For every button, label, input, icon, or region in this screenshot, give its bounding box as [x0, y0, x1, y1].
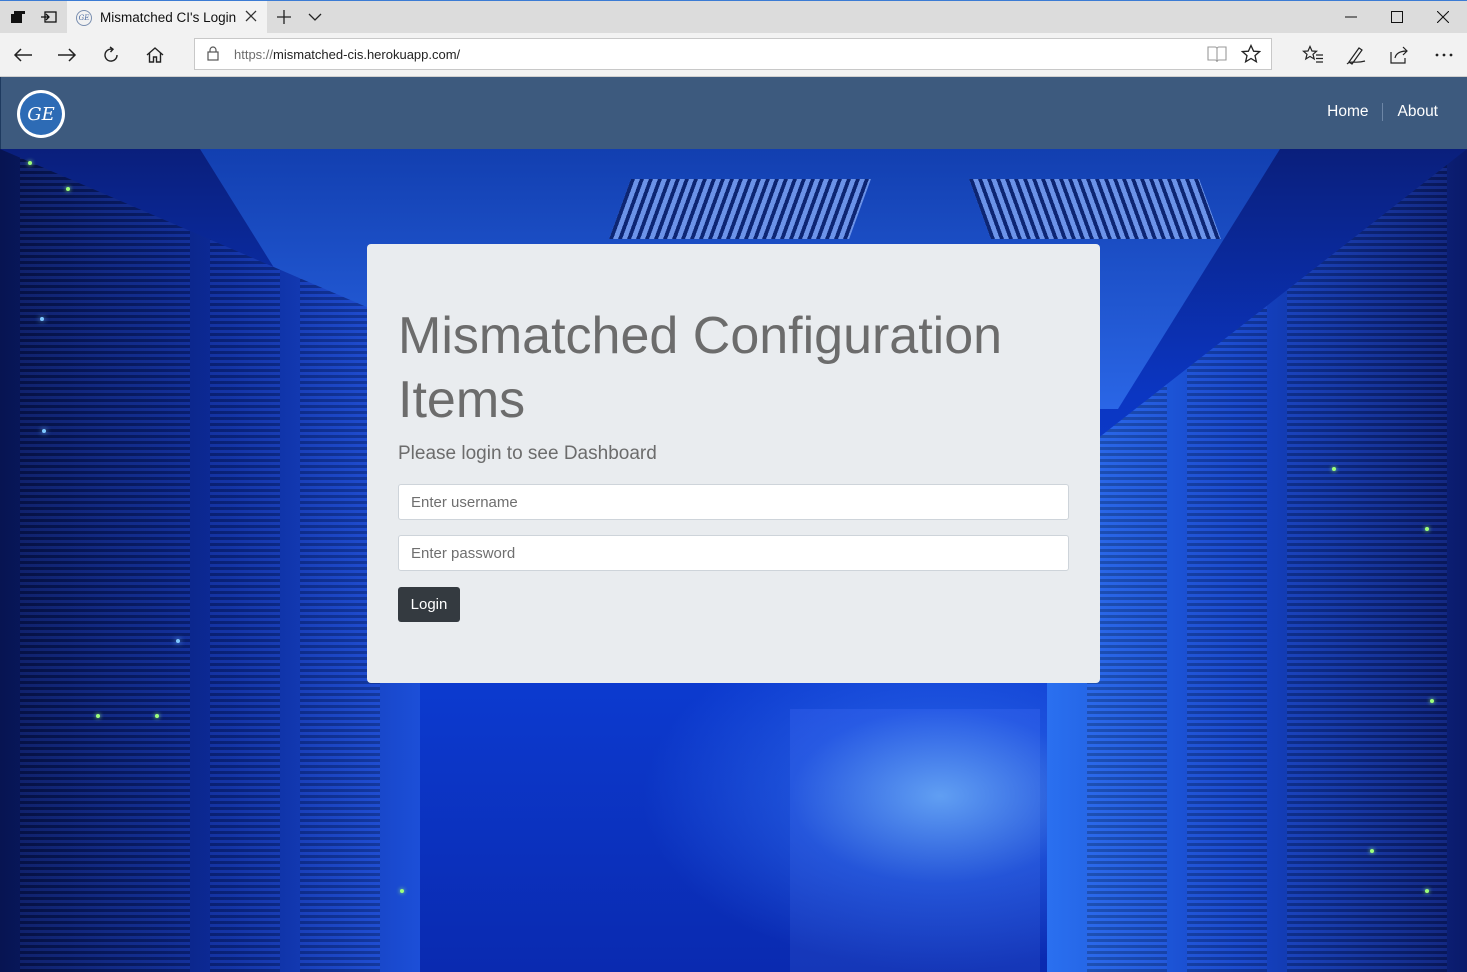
- login-button[interactable]: Login: [398, 587, 460, 622]
- favorite-star-icon[interactable]: [1240, 43, 1262, 69]
- browser-titlebar: GE Mismatched CI's Login: [0, 0, 1467, 34]
- reading-view-icon[interactable]: [1207, 45, 1227, 68]
- login-subheading: Please login to see Dashboard: [398, 443, 657, 464]
- password-input[interactable]: [398, 535, 1069, 571]
- share-icon[interactable]: [1383, 39, 1415, 71]
- tab-active[interactable]: GE Mismatched CI's Login: [67, 1, 267, 34]
- page-title: Mismatched Configuration Items: [398, 307, 1003, 429]
- minimize-icon[interactable]: [1328, 1, 1374, 33]
- maximize-icon[interactable]: [1374, 1, 1420, 33]
- home-icon[interactable]: [139, 39, 171, 71]
- rack-led: [96, 714, 100, 718]
- ceiling-vent: [969, 179, 1221, 239]
- rack-led: [66, 187, 70, 191]
- refresh-icon[interactable]: [95, 39, 127, 71]
- rack-led: [400, 889, 404, 893]
- back-arrow-icon[interactable]: [7, 39, 39, 71]
- web-note-pen-icon[interactable]: [1340, 39, 1372, 71]
- rack-led: [1332, 467, 1336, 471]
- ge-logo[interactable]: GE: [17, 90, 65, 138]
- login-card: Mismatched Configuration Items Please lo…: [367, 244, 1100, 683]
- rack-led: [176, 639, 180, 643]
- tab-manager-icon[interactable]: [8, 1, 28, 33]
- rack-led: [28, 161, 32, 165]
- browser-toolbar: https://mismatched-cis.herokuapp.com/: [0, 33, 1467, 77]
- tab-title: Mismatched CI's Login: [100, 10, 237, 25]
- set-tabs-aside-icon[interactable]: [38, 1, 60, 33]
- rack-led: [155, 714, 159, 718]
- nav-divider: [1382, 103, 1384, 121]
- tab-close-icon[interactable]: [245, 9, 257, 27]
- tab-favicon-icon: GE: [76, 9, 92, 26]
- rack-led: [1425, 889, 1429, 893]
- lock-icon: [207, 46, 219, 66]
- rack-led: [1425, 527, 1429, 531]
- favorites-hub-icon[interactable]: [1297, 39, 1329, 71]
- new-tab-icon[interactable]: [274, 1, 294, 33]
- site-header: GE Home About: [0, 77, 1467, 149]
- address-bar[interactable]: https://mismatched-cis.herokuapp.com/: [194, 38, 1272, 70]
- forward-arrow-icon[interactable]: [51, 39, 83, 71]
- username-input[interactable]: [398, 484, 1069, 520]
- rack-led: [40, 317, 44, 321]
- logo-monogram: GE: [27, 103, 55, 125]
- nav-link-about[interactable]: About: [1397, 103, 1438, 121]
- rack-led: [1370, 849, 1374, 853]
- ceiling-vent: [609, 179, 871, 239]
- tab-preview-chevron-icon[interactable]: [305, 1, 325, 33]
- nav-link-home[interactable]: Home: [1327, 103, 1368, 121]
- rack-led: [1430, 699, 1434, 703]
- more-options-icon[interactable]: [1428, 39, 1460, 71]
- site-nav: Home About: [1327, 103, 1438, 121]
- rack-led: [42, 429, 46, 433]
- url-text: https://mismatched-cis.herokuapp.com/: [234, 47, 461, 62]
- window-close-icon[interactable]: [1420, 1, 1466, 33]
